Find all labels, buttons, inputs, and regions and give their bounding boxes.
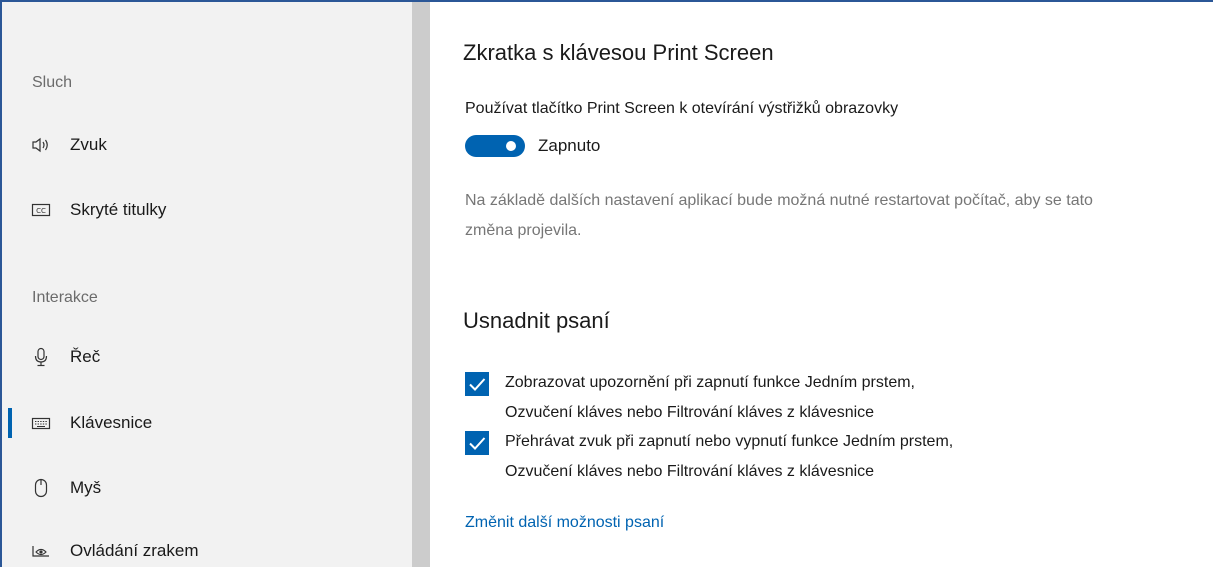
checkbox-label: Zobrazovat upozornění při zapnutí funkce…	[505, 368, 915, 428]
sidebar-item-ovladani-zrakem[interactable]: Ovládání zrakem	[2, 529, 412, 573]
checkbox-label: Přehrávat zvuk při zapnutí nebo vypnutí …	[505, 427, 953, 487]
sidebar-item-label: Zvuk	[70, 135, 107, 154]
toggle-state-label: Zapnuto	[538, 136, 601, 155]
svg-text:CC: CC	[36, 207, 46, 215]
sidebar-item-label: Ovládání zrakem	[70, 541, 199, 560]
more-typing-options-link[interactable]: Změnit další možnosti psaní	[465, 514, 664, 532]
sidebar-item-label: Myš	[70, 478, 102, 497]
eye-control-icon	[30, 540, 52, 562]
sidebar-group-label-interakce: Interakce	[32, 289, 98, 306]
toggle-knob	[506, 141, 516, 151]
sidebar-group-label-sluch: Sluch	[32, 74, 73, 91]
closed-captions-icon: CC	[30, 199, 52, 221]
sidebar-item-klavesnice[interactable]: Klávesnice	[2, 401, 412, 445]
checkmark-icon	[469, 378, 486, 391]
print-screen-setting-label: Používat tlačítko Print Screen k otevírá…	[465, 100, 899, 117]
keyboard-icon	[30, 412, 52, 434]
sidebar: Sluch Zvuk CC Skryté titulky Interakce Ř…	[2, 2, 412, 567]
pane-divider	[412, 2, 430, 567]
checkmark-icon	[469, 437, 486, 450]
checkbox-label-line: Ozvučení kláves nebo Filtrování kláves z…	[505, 463, 875, 480]
sidebar-item-label: Skryté titulky	[70, 200, 167, 219]
section-heading-print-screen: Zkratka s klávesou Print Screen	[463, 40, 774, 65]
main-content: Zkratka s klávesou Print Screen Používat…	[430, 2, 1213, 567]
selected-indicator	[8, 408, 12, 438]
mouse-icon	[30, 477, 52, 499]
sidebar-item-label: Klávesnice	[70, 413, 153, 432]
checkbox-label-line: Ozvučení kláves nebo Filtrování kláves z…	[505, 404, 875, 421]
microphone-icon	[30, 346, 52, 368]
sidebar-item-label: Řeč	[70, 347, 101, 366]
sidebar-item-zvuk[interactable]: Zvuk	[2, 123, 412, 167]
section-heading-typing: Usnadnit psaní	[463, 308, 610, 333]
restart-note: Na základě dalších nastavení aplikací bu…	[465, 192, 1093, 239]
checkbox-label-line: Zobrazovat upozornění při zapnutí funkce…	[505, 374, 915, 391]
warnings-checkbox[interactable]	[465, 372, 489, 396]
sidebar-item-mys[interactable]: Myš	[2, 466, 412, 510]
sidebar-item-rec[interactable]: Řeč	[2, 335, 412, 379]
sidebar-item-skryte-titulky[interactable]: CC Skryté titulky	[2, 188, 412, 232]
sound-checkbox[interactable]	[465, 431, 489, 455]
print-screen-toggle[interactable]	[465, 135, 525, 157]
checkbox-label-line: Přehrávat zvuk při zapnutí nebo vypnutí …	[505, 433, 954, 450]
speaker-icon	[30, 134, 52, 156]
